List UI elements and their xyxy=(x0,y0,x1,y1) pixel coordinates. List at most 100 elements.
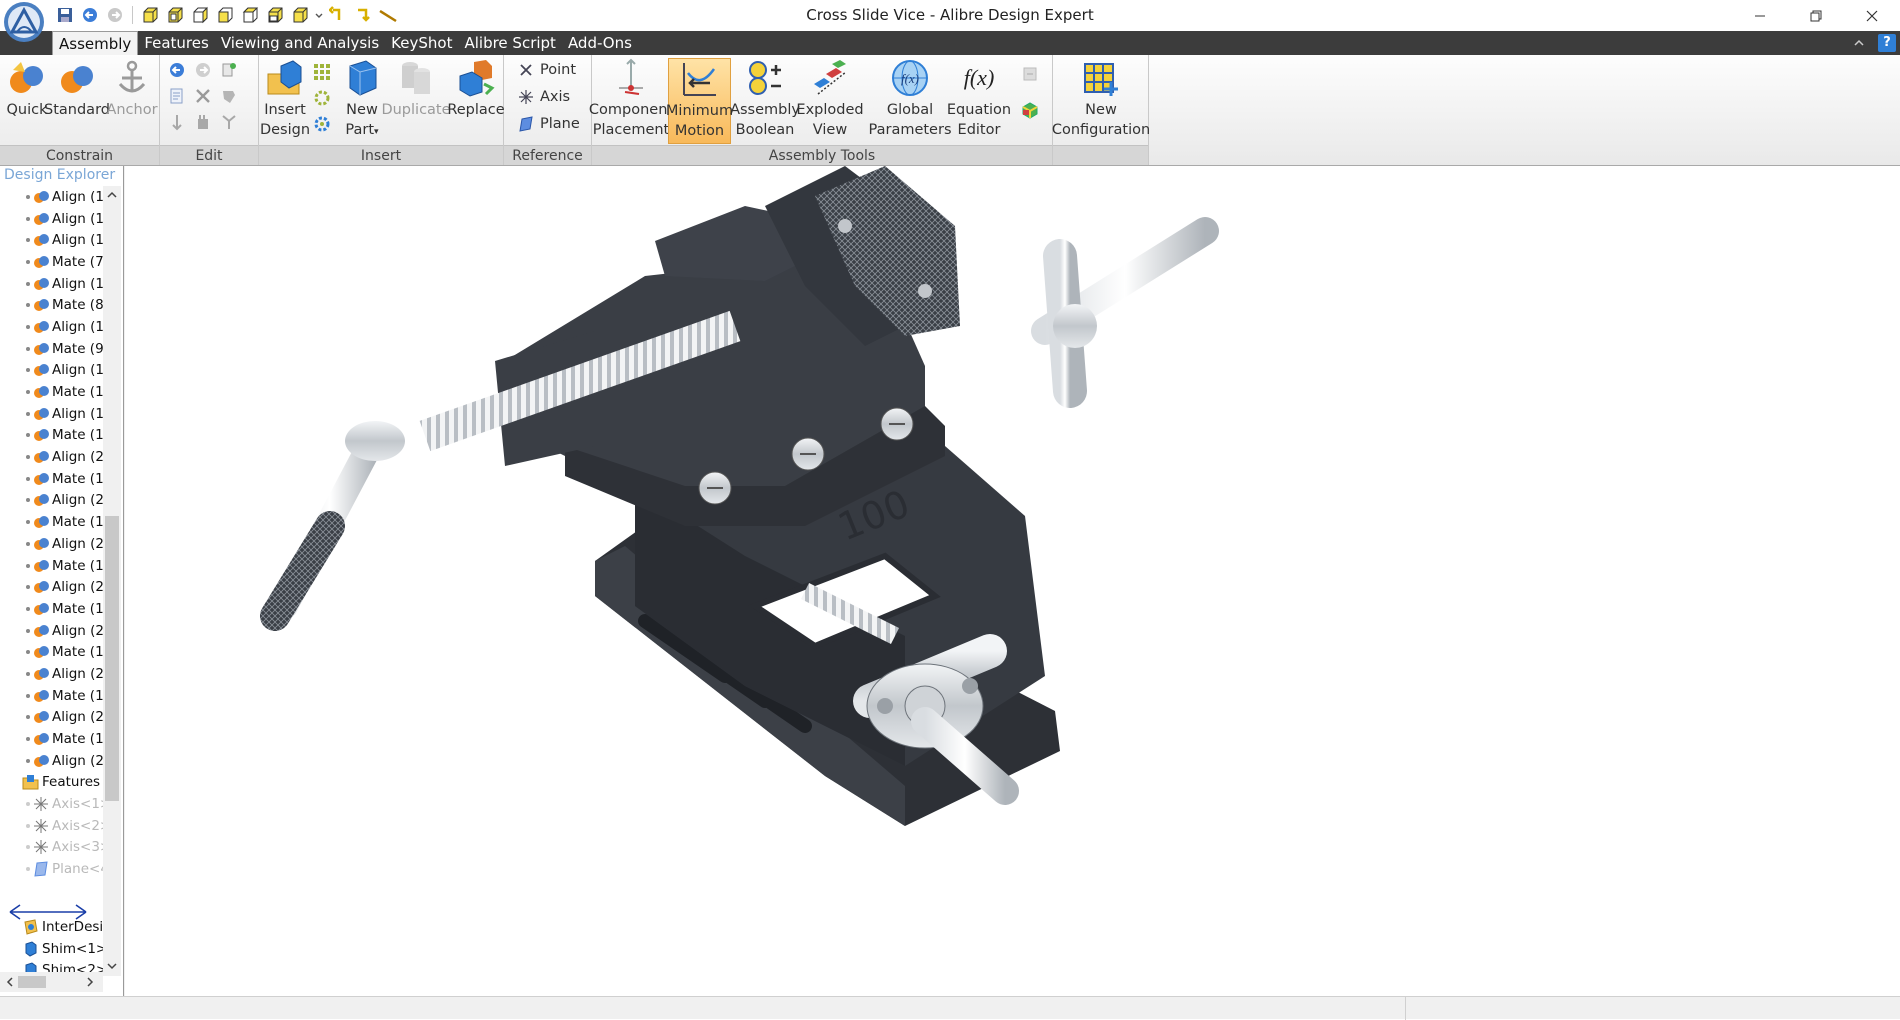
tree-item-constraint[interactable]: Align (1‹ xyxy=(0,208,106,230)
undo-icon[interactable] xyxy=(79,4,101,26)
collapse-ribbon-icon[interactable] xyxy=(1852,36,1866,50)
scrollbar-thumb[interactable] xyxy=(18,976,46,988)
tree-item-constraint[interactable]: Mate (7) xyxy=(0,251,106,273)
tree-item-constraint[interactable]: Align (2' xyxy=(0,750,106,772)
tree-item-constraint[interactable]: Align (2' xyxy=(0,490,106,512)
tree-item-constraint[interactable]: Mate (1! xyxy=(0,598,106,620)
reference-plane-button[interactable]: Plane xyxy=(518,116,580,132)
tree-item-constraint[interactable]: Align (2( xyxy=(0,707,106,729)
tab-add-ons[interactable]: Add-Ons xyxy=(562,31,638,55)
feature-pattern-icon[interactable] xyxy=(311,113,333,135)
view-left-icon[interactable] xyxy=(189,4,211,26)
edit-delete-icon[interactable] xyxy=(192,85,214,107)
tree-item-constraint[interactable]: Align (1( xyxy=(0,273,106,295)
reference-point-button[interactable]: Point xyxy=(518,62,576,78)
tree-item-constraint[interactable]: Mate (1: xyxy=(0,468,106,490)
tab-viewing-and-analysis[interactable]: Viewing and Analysis xyxy=(215,31,385,55)
pattern-icon[interactable] xyxy=(311,61,333,83)
tree-item-constraint[interactable]: Mate (1( xyxy=(0,641,106,663)
view-back-icon[interactable] xyxy=(164,4,186,26)
exploded-view-button[interactable]: Exploded View xyxy=(796,58,864,140)
close-button[interactable] xyxy=(1844,0,1900,31)
new-part-dropdown[interactable]: Part▾ xyxy=(345,120,378,142)
tree-item-constraint[interactable]: Mate (1‹ xyxy=(0,555,106,577)
rotate-right-icon[interactable] xyxy=(352,4,374,26)
anchor-button[interactable]: Anchor xyxy=(106,58,158,120)
scrollbar-thumb[interactable] xyxy=(105,516,119,801)
insert-design-button[interactable]: Insert Design xyxy=(260,58,310,140)
reference-axis-button[interactable]: Axis xyxy=(518,89,570,105)
tree-item-constraint[interactable]: Align (1: xyxy=(0,186,106,208)
tree-item-constraint[interactable]: Mate (1 xyxy=(0,425,106,447)
tree-item-axis-1[interactable]: Axis<1> xyxy=(0,793,106,815)
view-right-icon[interactable] xyxy=(214,4,236,26)
explorer-horizontal-scrollbar[interactable] xyxy=(0,972,103,992)
tree-item-constraint[interactable]: Mate (1: xyxy=(0,511,106,533)
edit-suppress-icon[interactable] xyxy=(218,85,240,107)
tree-item-constraint[interactable]: Mate (9) xyxy=(0,338,106,360)
scroll-down-icon[interactable] xyxy=(106,960,118,972)
tree-item-constraint[interactable]: Align (2! xyxy=(0,663,106,685)
component-placement-button[interactable]: Component Placement xyxy=(589,58,673,140)
edit-copy-icon[interactable] xyxy=(166,85,188,107)
global-parameters-button[interactable]: f(x) Global Parameters xyxy=(869,58,952,140)
edit-redo-icon[interactable] xyxy=(192,59,214,81)
edit-move-icon[interactable] xyxy=(166,111,188,133)
view-front-icon[interactable] xyxy=(139,4,161,26)
duplicate-button[interactable]: Duplicate xyxy=(381,58,451,120)
tree-item-constraint[interactable]: Align (2: xyxy=(0,576,106,598)
tree-item-constraint[interactable]: Align (2: xyxy=(0,533,106,555)
view-isometric-icon[interactable] xyxy=(289,4,311,26)
tree-item-plane-4[interactable]: Plane<4 xyxy=(0,858,106,880)
minimize-button[interactable] xyxy=(1732,0,1788,31)
replace-button[interactable]: Replace xyxy=(447,58,505,120)
minimum-motion-button[interactable]: Minimum Motion xyxy=(666,58,733,144)
rotate-left-icon[interactable] xyxy=(327,4,349,26)
edit-rotate-icon[interactable] xyxy=(192,111,214,133)
tree-item-constraint[interactable]: Align (1! xyxy=(0,360,106,382)
view-bottom-icon[interactable] xyxy=(264,4,286,26)
help-icon[interactable]: ? xyxy=(1878,34,1896,52)
tree-item-axis-3[interactable]: Axis<3> xyxy=(0,837,106,859)
edit-undo-icon[interactable] xyxy=(166,59,188,81)
tree-item-constraint[interactable]: Align (2‹ xyxy=(0,620,106,642)
scroll-left-icon[interactable] xyxy=(4,976,16,988)
tab-keyshot[interactable]: KeyShot xyxy=(385,31,458,55)
scroll-up-icon[interactable] xyxy=(106,189,118,201)
tree-item-constraint[interactable]: Align (1' xyxy=(0,316,106,338)
3d-viewport[interactable]: 100 xyxy=(125,166,1900,996)
collision-icon[interactable] xyxy=(1019,63,1041,85)
scroll-right-icon[interactable] xyxy=(84,976,96,988)
tree-item-features[interactable]: Features xyxy=(0,772,106,794)
edit-mirror-icon[interactable] xyxy=(218,59,240,81)
new-configuration-button[interactable]: New Configuration xyxy=(1052,58,1150,140)
save-icon[interactable] xyxy=(54,4,76,26)
tree-item-constraint[interactable]: Mate (1( xyxy=(0,381,106,403)
tree-item-constraint[interactable]: Align (1! xyxy=(0,229,106,251)
view-top-icon[interactable] xyxy=(239,4,261,26)
assembly-boolean-button[interactable]: Assembly Boolean xyxy=(730,58,800,140)
interference-icon[interactable] xyxy=(1019,99,1041,121)
tree-item-constraint[interactable]: Mate (1! xyxy=(0,728,106,750)
standard-constrain-button[interactable]: Standard xyxy=(44,58,110,120)
tab-features[interactable]: Features xyxy=(138,31,215,55)
measure-line-icon[interactable] xyxy=(377,4,399,26)
circular-pattern-icon[interactable] xyxy=(311,87,333,109)
tree-item-constraint[interactable]: Mate (8) xyxy=(0,294,106,316)
tree-item-shim-1[interactable]: Shim<1> xyxy=(0,938,106,960)
tree-item-constraint[interactable]: Align (2( xyxy=(0,446,106,468)
equation-editor-button[interactable]: f(x) Equation Editor xyxy=(947,58,1011,140)
tree-item-axis-2[interactable]: Axis<2> xyxy=(0,815,106,837)
explorer-vertical-scrollbar[interactable] xyxy=(103,186,121,976)
restore-button[interactable] xyxy=(1788,0,1844,31)
alibre-logo-icon[interactable] xyxy=(2,0,50,48)
redo-icon[interactable] xyxy=(104,4,126,26)
tree-item-constraint[interactable]: Mate (1' xyxy=(0,685,106,707)
tab-assembly[interactable]: Assembly xyxy=(52,31,139,56)
edit-split-icon[interactable] xyxy=(218,111,240,133)
new-part-button[interactable]: New Part▾ xyxy=(343,58,381,142)
tab-alibre-script[interactable]: Alibre Script xyxy=(458,31,561,55)
view-dropdown-chevron-icon[interactable] xyxy=(314,4,324,26)
cross-slide-vice-model[interactable]: 100 xyxy=(125,166,1900,996)
tree-item-constraint[interactable]: Align (1! xyxy=(0,403,106,425)
